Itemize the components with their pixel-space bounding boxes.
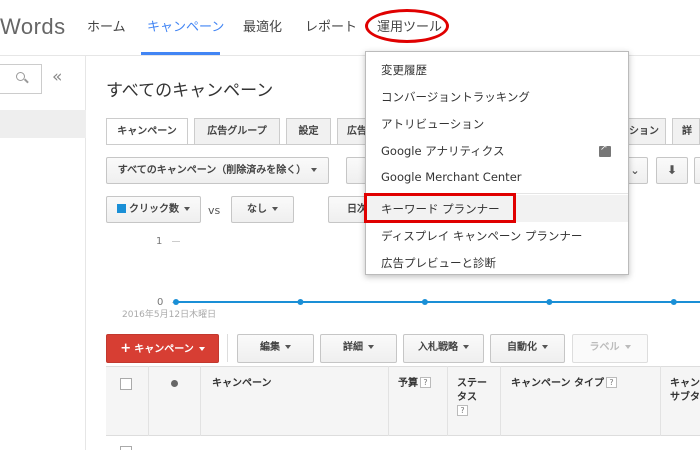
nav-tab-optimize[interactable]: 最適化 xyxy=(243,16,282,35)
column-divider xyxy=(660,366,661,436)
plus-icon: + xyxy=(120,341,132,356)
edit-button[interactable]: 編集 xyxy=(237,334,314,363)
download-icon: ⬇ xyxy=(666,163,678,177)
x-axis-date-label: 2016年5月12日木曜日 xyxy=(122,310,217,320)
menu-item-attribution[interactable]: アトリビューション xyxy=(381,116,484,132)
active-tab-indicator xyxy=(141,52,220,55)
left-panel-selected-row[interactable] xyxy=(0,110,86,138)
menu-item-display-planner[interactable]: ディスプレイ キャンペーン プランナー xyxy=(381,228,582,244)
segment-button-partial[interactable] xyxy=(346,157,366,184)
add-campaign-button[interactable]: + キャンペーン xyxy=(106,334,219,363)
status-dot-icon xyxy=(171,380,178,387)
tab-details[interactable]: 詳 xyxy=(672,118,700,145)
help-icon[interactable]: ? xyxy=(457,405,468,416)
tab-campaigns[interactable]: キャンペーン xyxy=(106,118,188,145)
menu-item-conversion-tracking[interactable]: コンバージョントラッキング xyxy=(381,89,530,105)
data-point[interactable] xyxy=(173,299,179,305)
help-icon[interactable]: ? xyxy=(420,377,431,388)
column-divider xyxy=(388,366,389,436)
chart-line-icon: ⌄ xyxy=(630,164,640,177)
menu-item-google-analytics[interactable]: Google アナリティクス xyxy=(381,143,504,159)
help-icon[interactable]: ? xyxy=(605,377,617,388)
page-title: すべてのキャンペーン xyxy=(106,81,274,101)
column-header-campaign-type[interactable]: キャンペーン タイプ? xyxy=(511,377,617,391)
y-axis-tick-1: 1 xyxy=(156,236,163,247)
collapse-panel-icon[interactable]: « xyxy=(52,67,62,87)
data-point[interactable] xyxy=(297,299,304,305)
column-header-campaign[interactable]: キャンペーン xyxy=(212,377,272,391)
row-checkbox[interactable] xyxy=(120,446,132,450)
data-point[interactable] xyxy=(546,299,553,305)
menu-item-merchant-center[interactable]: Google Merchant Center xyxy=(381,170,522,184)
column-header-budget[interactable]: 予算? xyxy=(398,377,431,391)
column-divider xyxy=(200,366,201,436)
adwords-screen: Words ホーム キャンペーン 最適化 レポート 運用ツール « すべてのキャ… xyxy=(0,0,700,450)
details-button[interactable]: 詳細 xyxy=(320,334,397,363)
column-header-status[interactable]: ステー タス? xyxy=(457,377,487,419)
metric-select-dropdown[interactable]: クリック数 xyxy=(106,196,201,223)
left-search-box[interactable] xyxy=(0,64,42,94)
y-axis-gridmark xyxy=(172,241,180,242)
column-divider xyxy=(447,366,448,436)
tab-ads[interactable]: 広告 xyxy=(337,118,367,145)
annotation-ellipse xyxy=(365,9,449,43)
tab-ad-groups[interactable]: 広告グループ xyxy=(194,118,280,145)
column-divider xyxy=(500,366,501,436)
nav-tab-home[interactable]: ホーム xyxy=(87,16,126,35)
menu-item-change-history[interactable]: 変更履歴 xyxy=(381,62,427,78)
nav-tab-reports[interactable]: レポート xyxy=(305,16,357,35)
table-row[interactable] xyxy=(106,437,700,450)
top-navigation-bar: Words ホーム キャンペーン 最適化 レポート 運用ツール xyxy=(0,0,700,56)
more-button-partial[interactable] xyxy=(694,157,700,184)
select-all-checkbox[interactable] xyxy=(120,378,132,390)
column-divider xyxy=(148,366,149,436)
menu-item-ad-preview[interactable]: 広告プレビューと診断 xyxy=(381,255,496,271)
campaign-filter-dropdown[interactable]: すべてのキャンペーン（削除済みを除く） xyxy=(106,157,329,184)
tab-extensions[interactable]: ション xyxy=(628,118,666,145)
automate-button[interactable]: 自動化 xyxy=(490,334,565,363)
metric-color-swatch xyxy=(117,204,126,213)
external-link-icon xyxy=(599,143,611,157)
data-point[interactable] xyxy=(670,299,677,305)
search-icon[interactable] xyxy=(16,72,25,81)
data-point[interactable] xyxy=(421,299,428,305)
download-button[interactable]: ⬇ xyxy=(656,157,688,184)
bid-strategy-button[interactable]: 入札戦略 xyxy=(403,334,484,363)
date-granularity-dropdown[interactable]: 日次 xyxy=(328,196,368,223)
annotation-highlight-box xyxy=(364,193,516,223)
compare-metric-dropdown[interactable]: なし xyxy=(231,196,294,223)
chart-series xyxy=(173,299,700,305)
vs-label: vs xyxy=(208,204,221,217)
labels-button[interactable]: ラベル xyxy=(572,334,648,363)
brand-logo: Words xyxy=(0,14,66,39)
nav-tab-campaigns[interactable]: キャンペーン xyxy=(147,16,224,35)
tab-settings[interactable]: 設定 xyxy=(286,118,331,145)
column-header-campaign-subtype[interactable]: キャン サブタ xyxy=(670,377,700,405)
toolbar-divider xyxy=(227,334,228,362)
tools-dropdown-menu: 変更履歴 コンバージョントラッキング アトリビューション Google アナリテ… xyxy=(365,51,629,275)
